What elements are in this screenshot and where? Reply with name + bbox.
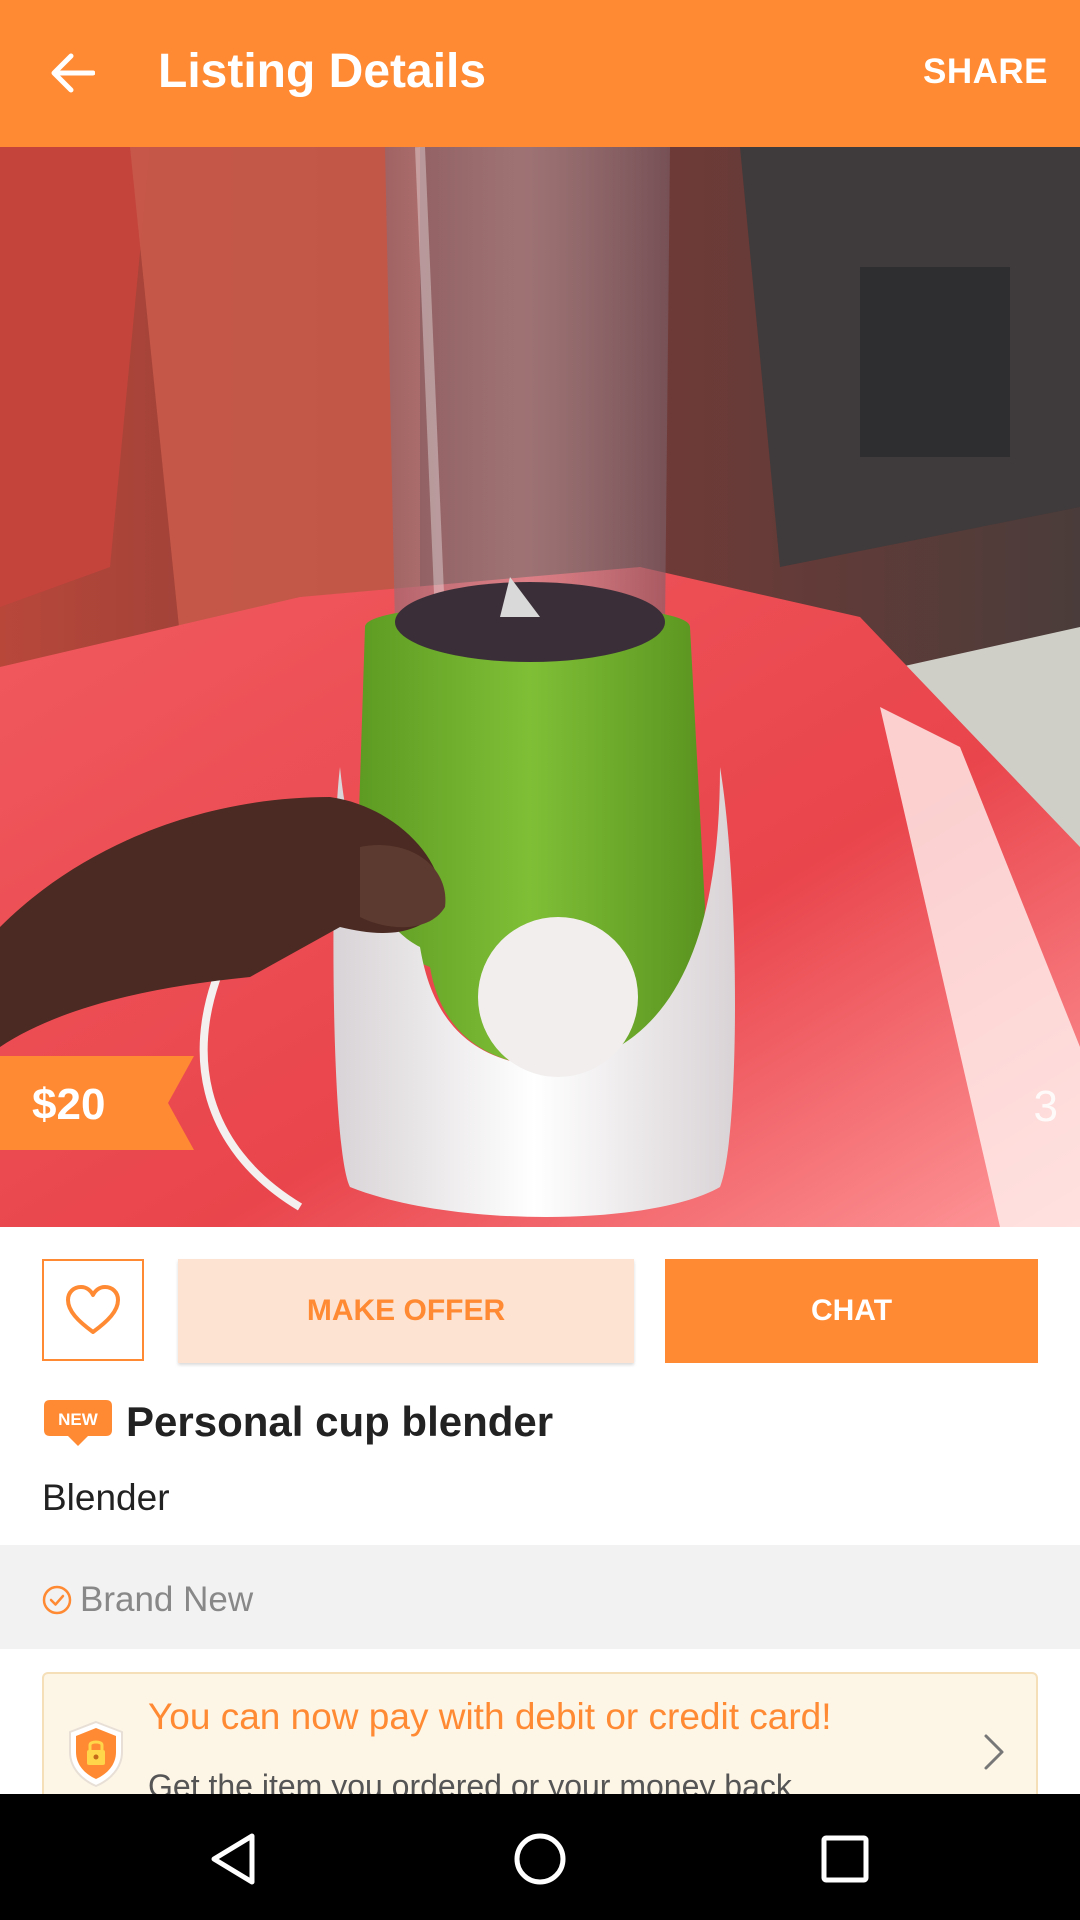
favorite-button[interactable] <box>42 1259 144 1361</box>
condition-label: Brand New <box>80 1580 254 1619</box>
price-label: $20 <box>32 1080 106 1129</box>
chevron-right-icon <box>984 1734 1004 1770</box>
new-badge: NEW <box>44 1400 112 1446</box>
listing-category: Blender <box>42 1477 170 1518</box>
payment-banner-title: You can now pay with debit or credit car… <box>148 1696 832 1737</box>
chat-button[interactable]: CHAT <box>665 1259 1038 1363</box>
check-circle-icon <box>42 1585 72 1615</box>
nav-back-icon[interactable] <box>200 1824 270 1894</box>
nav-home-icon[interactable] <box>505 1824 575 1894</box>
nav-recents-icon[interactable] <box>810 1824 880 1894</box>
back-button[interactable] <box>34 38 110 108</box>
system-nav-bar <box>0 1794 1080 1920</box>
page-title: Listing Details <box>158 45 487 98</box>
listing-title: Personal cup blender <box>126 1398 554 1445</box>
new-badge-text: NEW <box>58 1410 99 1429</box>
make-offer-button[interactable]: MAKE OFFER <box>178 1259 634 1363</box>
shield-lock-icon <box>69 1720 123 1788</box>
photo-counter: 3 <box>1033 1082 1058 1131</box>
heart-icon <box>66 1285 120 1334</box>
app-bar: Listing Details SHARE <box>0 0 1080 147</box>
arrow-left-icon <box>51 53 95 93</box>
share-button[interactable]: SHARE <box>923 52 1048 92</box>
